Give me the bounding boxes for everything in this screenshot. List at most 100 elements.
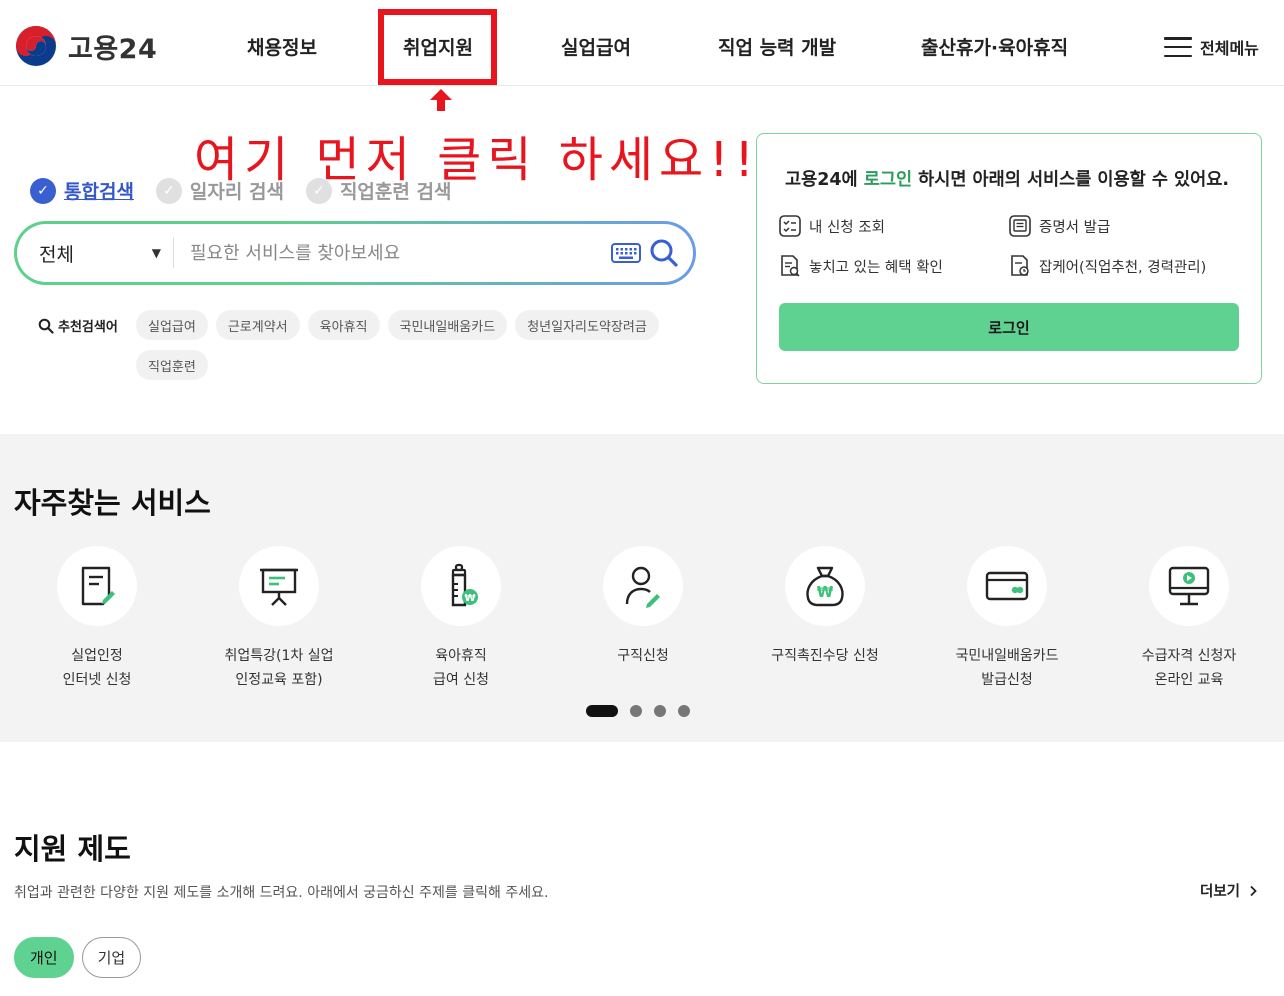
service-online-education[interactable]: 수급자격 신청자 온라인 교육 [1098, 546, 1280, 692]
service-label: 국민내일배움카드발급신청 [955, 644, 1058, 692]
keyword-chip[interactable]: 직업훈련 [136, 350, 208, 380]
service-icon-circle [603, 546, 683, 626]
nav-item-unemployment-benefit[interactable]: 실업급여 [561, 33, 631, 60]
search-scope-select[interactable]: 전체 ▼ [39, 238, 174, 268]
site-header: 고용24 채용정보 취업지원 실업급여 직업 능력 개발 출산휴가·육아휴직 전… [0, 0, 1284, 86]
login-button[interactable]: 로그인 [779, 303, 1239, 351]
tab-company[interactable]: 기업 [81, 937, 142, 978]
more-link-label: 더보기 [1200, 884, 1241, 900]
money-bag-icon: ₩ [806, 566, 844, 607]
service-parental-leave-benefit[interactable]: ₩ 육아휴직 급여 신청 [370, 546, 552, 692]
all-menu-button[interactable]: 전체메뉴 [1164, 35, 1259, 59]
search-input[interactable] [174, 242, 611, 264]
service-unemployment-recognition[interactable]: 실업인정 인터넷 신청 [6, 546, 188, 692]
login-message: 고용24에 로그인 하시면 아래의 서비스를 이용할 수 있어요. [785, 166, 1229, 191]
tab-individual[interactable]: 개인 [14, 937, 74, 978]
service-icon-circle [967, 546, 1047, 626]
keyword-chip[interactable]: 육아휴직 [307, 310, 380, 340]
annotation-arrow-up-icon [430, 89, 452, 111]
page: 고용24 채용정보 취업지원 실업급여 직업 능력 개발 출산휴가·육아휴직 전… [0, 0, 1284, 996]
chevron-right-icon [1250, 885, 1257, 896]
more-link[interactable]: 더보기 [1200, 880, 1258, 901]
support-section-title: 지원 제도 [14, 832, 131, 866]
nav-item-job-info[interactable]: 채용정보 [247, 33, 317, 60]
hamburger-icon [1164, 37, 1192, 57]
carousel-dot[interactable] [678, 705, 690, 717]
carousel-dot[interactable] [654, 705, 666, 717]
service-icon-circle: ₩ [785, 546, 865, 626]
check-circle-icon: ✓ [30, 177, 56, 204]
service-label-line: 수급자격 신청자 [1141, 648, 1237, 664]
virtual-keyboard-icon[interactable] [611, 243, 641, 263]
person-pen-icon [625, 566, 660, 608]
link-label: 증명서 발급 [1039, 219, 1111, 236]
search-icon[interactable] [649, 238, 679, 268]
nav-item-skills-development[interactable]: 직업 능력 개발 [718, 33, 836, 60]
all-menu-label: 전체메뉴 [1200, 39, 1259, 58]
service-job-seeking-registration[interactable]: 구직신청 [552, 546, 734, 668]
support-section-description: 취업과 관련한 다양한 지원 제도를 소개해 드려요. 아래에서 궁금하신 주제… [14, 885, 549, 901]
link-missed-benefits[interactable]: 놓치고 있는 혜택 확인 [779, 254, 1009, 278]
service-icon-circle [57, 546, 137, 626]
nav-item-maternity-parental-leave[interactable]: 출산휴가·육아휴직 [921, 33, 1068, 60]
service-learning-card[interactable]: 국민내일배움카드발급신청 [916, 546, 1098, 692]
link-certificate-issue[interactable]: 증명서 발급 [1009, 214, 1239, 238]
link-label: 놓치고 있는 혜택 확인 [809, 259, 943, 276]
tab-job-search[interactable]: ✓ 일자리 검색 [155, 177, 284, 204]
search-scope-value: 전체 [39, 243, 74, 266]
check-circle-icon: ✓ [155, 177, 182, 204]
caret-down-icon: ▼ [151, 246, 161, 260]
tab-label: 일자리 검색 [189, 181, 284, 203]
certificate-icon [1009, 215, 1031, 237]
government-emblem-icon [16, 26, 56, 66]
frequent-services-section: 자주찾는 서비스 실업인정 인터넷 신청 취업특강(1차 실업인정교육 포함) ₩… [0, 434, 1284, 742]
tab-training-search[interactable]: ✓ 직업훈련 검색 [305, 177, 452, 204]
site-logo[interactable]: 고용24 [14, 24, 157, 68]
document-search-icon [781, 255, 800, 277]
login-message-prefix: 고용24에 [785, 170, 864, 190]
search-bar: 전체 ▼ [14, 221, 696, 285]
link-my-applications[interactable]: 내 신청 조회 [779, 214, 1009, 238]
logo-text: 고용24 [68, 33, 158, 65]
service-employment-lecture[interactable]: 취업특강(1차 실업인정교육 포함) [188, 546, 370, 692]
svg-text:₩: ₩ [464, 593, 475, 604]
carousel-dot[interactable] [586, 705, 618, 717]
service-label-line: 급여 신청 [433, 672, 489, 688]
service-label: 취업특강(1차 실업인정교육 포함) [225, 644, 334, 692]
keyword-chip[interactable]: 실업급여 [136, 310, 208, 340]
tab-label: 직업훈련 검색 [339, 181, 452, 203]
recommended-keywords-title: 추천검색어 [58, 320, 118, 335]
service-label-line: 국민내일배움카드 [955, 648, 1059, 664]
service-label-line: 실업인정 [71, 648, 123, 664]
service-label-line: 구직촉진수당 신청 [771, 648, 879, 664]
frequent-services-title: 자주찾는 서비스 [14, 486, 211, 520]
service-label-line: 발급신청 [981, 672, 1033, 688]
service-label-line: 인정교육 포함) [235, 672, 323, 688]
service-job-promotion-allowance[interactable]: ₩ 구직촉진수당 신청 [734, 546, 916, 668]
search-bar-inner: 전체 ▼ [17, 224, 693, 282]
presentation-board-icon [260, 568, 298, 606]
service-label-line: 구직신청 [617, 648, 669, 664]
support-audience-tabs: 개인 기업 [14, 937, 142, 978]
baby-bottle-icon: ₩ [451, 563, 478, 607]
service-label-line: 취업특강(1차 실업 [224, 648, 334, 664]
keyword-chip[interactable]: 청년일자리도약장려금 [515, 310, 659, 340]
login-message-suffix: 하시면 아래의 서비스를 이용할 수 있어요. [912, 170, 1229, 190]
check-circle-icon: ✓ [305, 177, 332, 204]
keyword-chip[interactable]: 근로계약서 [215, 310, 300, 340]
login-service-links: 내 신청 조회 증명서 발급 놓치고 있는 혜택 확인 잡케어(직업추천, 경력… [779, 214, 1239, 278]
search-icon [38, 318, 54, 334]
carousel-dot[interactable] [630, 705, 642, 717]
service-label: 구직신청 [617, 644, 669, 668]
service-label: 육아휴직 급여 신청 [433, 644, 489, 692]
link-label: 내 신청 조회 [809, 219, 885, 236]
keyword-chip[interactable]: 국민내일배움카드 [387, 310, 508, 340]
link-jobcare[interactable]: 잡케어(직업추천, 경력관리) [1009, 254, 1239, 278]
search-type-tabs: ✓ 통합검색 ✓ 일자리 검색 ✓ 직업훈련 검색 [30, 177, 451, 204]
tab-integrated-search[interactable]: ✓ 통합검색 [30, 177, 134, 204]
card-icon [985, 571, 1029, 601]
service-label: 구직촉진수당 신청 [771, 644, 879, 668]
service-label: 실업인정 인터넷 신청 [63, 644, 132, 692]
service-label: 수급자격 신청자 온라인 교육 [1142, 644, 1237, 692]
service-icon-circle [239, 546, 319, 626]
